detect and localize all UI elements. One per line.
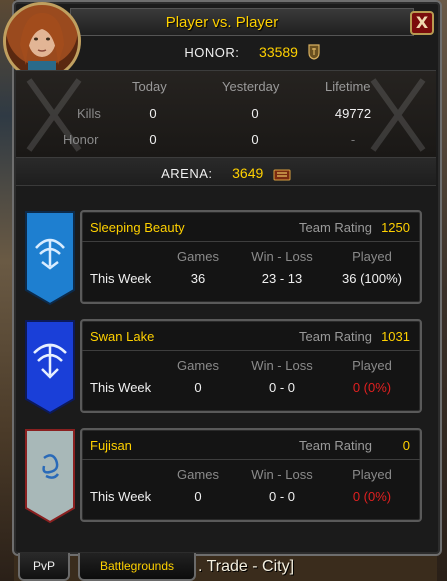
kills-lifetime: 49772 <box>334 106 372 121</box>
this-week-label: This Week <box>90 380 152 395</box>
this-week-label: This Week <box>90 489 152 504</box>
arena-total: ARENA: 3649 <box>16 158 436 186</box>
team-banner-fujisan <box>25 429 75 524</box>
kills-yesterday: 0 <box>251 106 259 121</box>
team-name: Fujisan <box>90 438 132 453</box>
team-rating-label: Team Rating <box>299 329 372 344</box>
win-loss-header: Win - Loss <box>251 467 313 482</box>
team-name: Swan Lake <box>90 329 155 344</box>
kills-today: 0 <box>149 106 157 121</box>
honor-stats-panel: Today Yesterday Lifetime Kills 0 0 49772… <box>16 70 436 158</box>
played-header: Played <box>352 467 392 482</box>
games-header: Games <box>177 358 219 373</box>
team-header: Fujisan Team Rating 0 <box>82 430 420 460</box>
arena-points-icon <box>273 167 291 184</box>
games-value: 0 <box>194 380 202 395</box>
row-kills-label: Kills <box>77 106 101 121</box>
arena-label: ARENA: <box>161 166 213 181</box>
honor-lifetime: - <box>350 132 356 147</box>
played-header: Played <box>352 358 392 373</box>
played-value: 36 (100%) <box>342 271 402 286</box>
team-banner-swan-lake <box>25 320 75 415</box>
team-rating-value: 1031 <box>381 329 410 344</box>
column-yesterday: Yesterday <box>222 79 280 94</box>
played-value: 0 (0%) <box>352 380 392 395</box>
games-value: 36 <box>190 271 206 286</box>
player-portrait <box>3 2 81 80</box>
played-value: 0 (0%) <box>352 489 392 504</box>
played-header: Played <box>352 249 392 264</box>
chat-channel-text: . Trade - City] <box>198 558 295 575</box>
team-rating-label: Team Rating <box>299 220 372 235</box>
honor-icon <box>307 44 320 63</box>
team-rating-value: 0 <box>402 438 410 453</box>
arena-value: 3649 <box>232 165 264 181</box>
honor-today: 0 <box>149 132 157 147</box>
team-name: Sleeping Beauty <box>90 220 185 235</box>
window-title: Player vs. Player <box>165 14 279 31</box>
tab-battlegrounds[interactable]: Battlegrounds <box>78 553 196 581</box>
team-rating-label: Team Rating <box>299 438 372 453</box>
column-lifetime: Lifetime <box>325 79 371 94</box>
this-week-label: This Week <box>90 271 152 286</box>
games-value: 0 <box>194 489 202 504</box>
honor-yesterday: 0 <box>251 132 259 147</box>
honor-total: HONOR: 33589 <box>82 44 422 64</box>
team-header: Swan Lake Team Rating 1031 <box>82 321 420 351</box>
team-rating-value: 1250 <box>381 220 410 235</box>
close-button[interactable]: X <box>410 11 434 35</box>
team-card-swan-lake[interactable]: Swan Lake Team Rating 1031 Games Win - L… <box>80 319 422 413</box>
tab-pvp[interactable]: PvP <box>18 553 70 581</box>
team-card-fujisan[interactable]: Fujisan Team Rating 0 Games Win - Loss P… <box>80 428 422 522</box>
win-loss-value: 0 - 0 <box>268 380 295 395</box>
win-loss-value: 0 - 0 <box>268 489 295 504</box>
title-bar[interactable]: Player vs. Player <box>70 8 414 36</box>
honor-label: HONOR: <box>184 45 240 60</box>
honor-value: 33589 <box>259 44 298 60</box>
team-banner-sleeping-beauty <box>25 211 75 306</box>
win-loss-header: Win - Loss <box>251 249 313 264</box>
team-header: Sleeping Beauty Team Rating 1250 <box>82 212 420 242</box>
games-header: Games <box>177 467 219 482</box>
team-card-sleeping-beauty[interactable]: Sleeping Beauty Team Rating 1250 Games W… <box>80 210 422 304</box>
column-today: Today <box>132 79 167 94</box>
win-loss-header: Win - Loss <box>251 358 313 373</box>
win-loss-value: 23 - 13 <box>261 271 303 286</box>
games-header: Games <box>177 249 219 264</box>
row-honor-label: Honor <box>63 132 99 147</box>
